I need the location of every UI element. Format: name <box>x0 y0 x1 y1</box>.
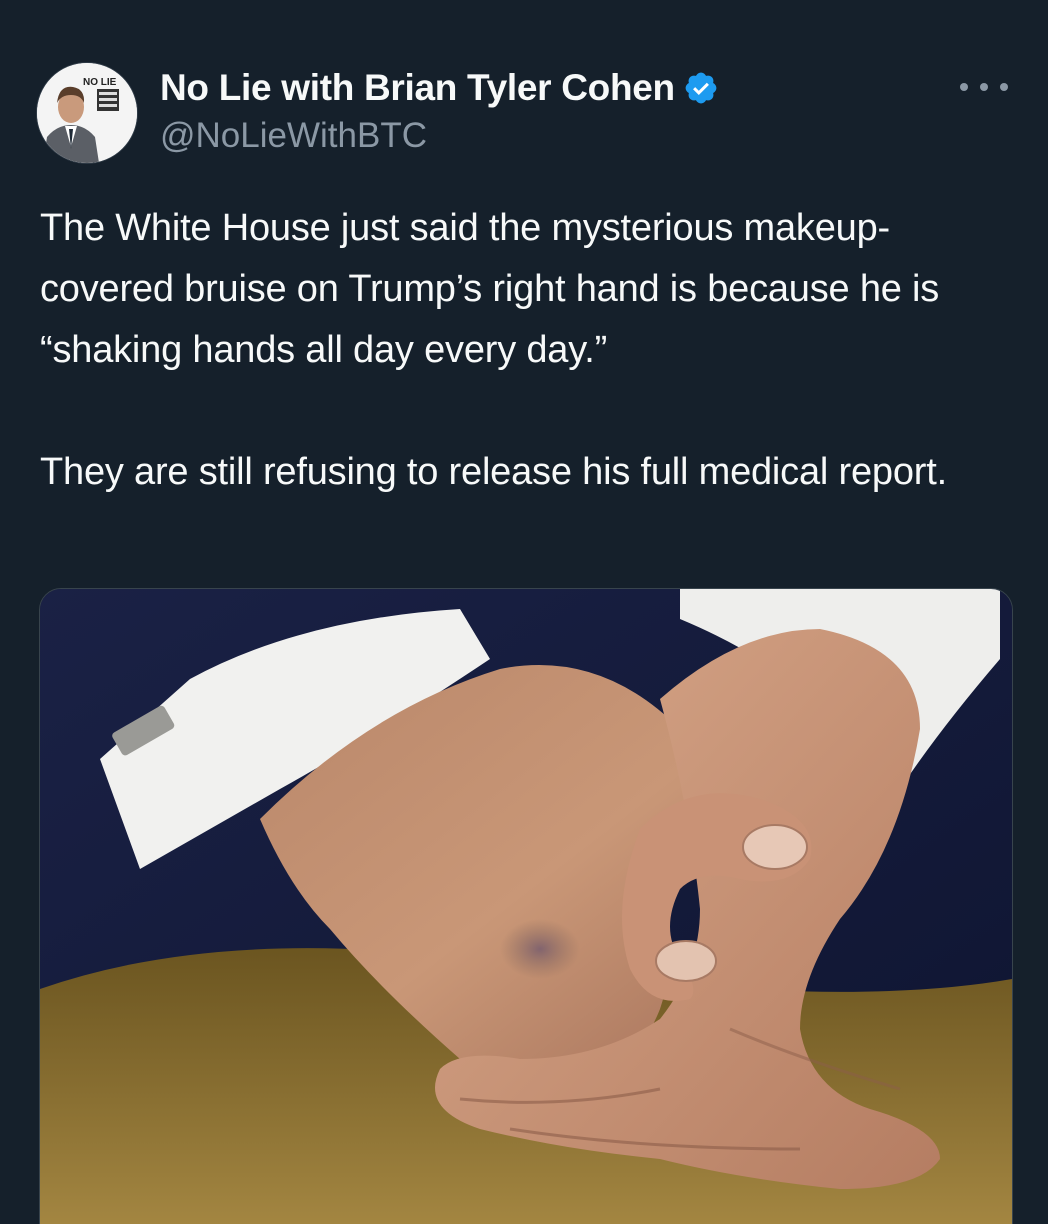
more-dot <box>960 83 968 91</box>
more-dot <box>980 83 988 91</box>
tweet-text: The White House just said the mysterious… <box>40 198 1020 503</box>
tweet-card: NO LIE No Lie with Brian Tyler Cohen @No… <box>0 0 1048 1224</box>
author-info: No Lie with Brian Tyler Cohen @NoLieWith… <box>160 64 719 156</box>
author-handle[interactable]: @NoLieWithBTC <box>160 116 719 156</box>
hands-photo <box>40 589 1012 1224</box>
author-avatar[interactable]: NO LIE <box>36 62 138 164</box>
avatar-image: NO LIE <box>37 63 137 163</box>
tweet-paragraph: The White House just said the mysterious… <box>40 207 940 371</box>
author-name-row: No Lie with Brian Tyler Cohen <box>160 64 719 112</box>
author-name[interactable]: No Lie with Brian Tyler Cohen <box>160 67 675 109</box>
tweet-media-photo[interactable] <box>39 588 1013 1224</box>
more-horizontal-icon[interactable] <box>960 72 1008 102</box>
avatar-logo-text: NO LIE <box>83 77 117 88</box>
verified-badge-icon <box>683 70 719 106</box>
more-dot <box>1000 83 1008 91</box>
tweet-paragraph: They are still refusing to release his f… <box>40 451 947 493</box>
